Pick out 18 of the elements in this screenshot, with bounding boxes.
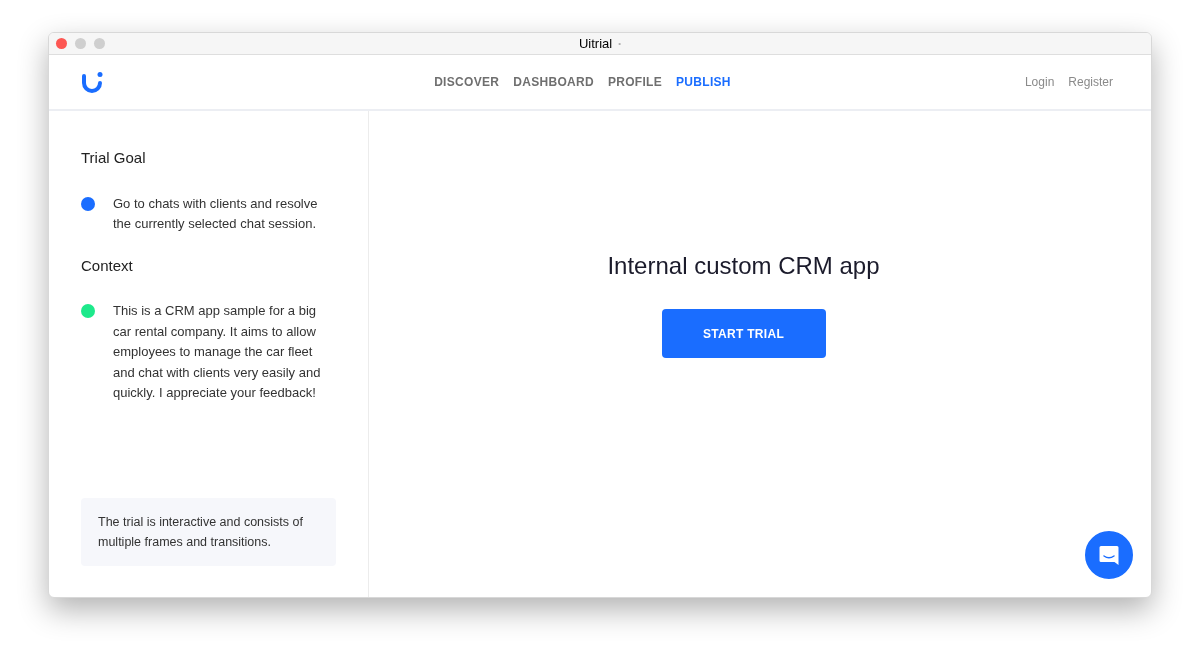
page-heading: Internal custom CRM app xyxy=(607,251,880,281)
section-title: Context xyxy=(81,255,134,276)
auth-link[interactable]: Login xyxy=(1024,73,1055,91)
nav-link[interactable]: PUBLISH xyxy=(676,73,731,91)
section-text: This is a CRM app sample for a big car rental company. It aims to allow employees to manage the car fleet and chat with clients very easily and quickly. I appreciate your feedback! xyxy=(113,302,322,402)
auth-link[interactable]: Register xyxy=(1068,73,1113,91)
section-text: Go to chats with clients and resolve the currently selected chat session. xyxy=(113,194,319,233)
close-icon[interactable] xyxy=(56,38,67,49)
nav-link[interactable]: PROFILE xyxy=(607,73,663,91)
edited-mark: • xyxy=(618,37,621,50)
window-title: Uitrial xyxy=(578,34,613,53)
nav-link[interactable]: DASHBOARD xyxy=(513,73,594,91)
start-trial-button[interactable]: START TRIAL xyxy=(661,309,826,358)
logo-icon[interactable] xyxy=(81,71,103,93)
chat-icon xyxy=(1097,543,1121,567)
nav-link[interactable]: DISCOVER xyxy=(434,73,500,91)
note-text: The trial is interactive and consists of multiple frames and transitions. xyxy=(98,514,304,551)
section-title: Trial Goal xyxy=(81,148,147,168)
